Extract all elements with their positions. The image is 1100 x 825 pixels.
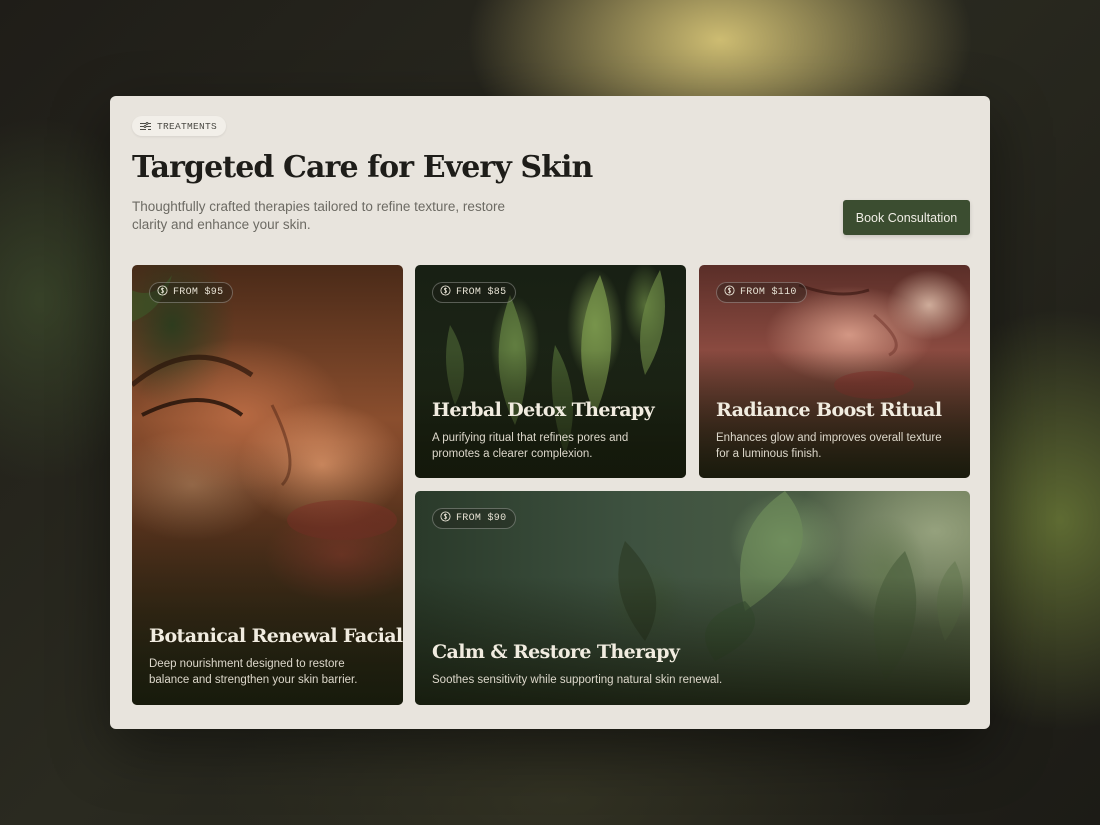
card-title: Radiance Boost Ritual	[716, 399, 942, 421]
card-title: Botanical Renewal Facial	[149, 625, 403, 647]
price-label: FROM $110	[740, 287, 797, 298]
dollar-circle-icon	[440, 511, 451, 526]
section-title: Targeted Care for Every Skin	[132, 150, 593, 185]
treatment-card-botanical-renewal[interactable]: FROM $95 Botanical Renewal Facial Deep n…	[132, 265, 403, 705]
card-title: Calm & Restore Therapy	[432, 641, 680, 663]
card-title: Herbal Detox Therapy	[432, 399, 655, 421]
price-badge: FROM $95	[149, 282, 234, 303]
price-label: FROM $90	[456, 513, 507, 524]
section-subtitle: Thoughtfully crafted therapies tailored …	[132, 199, 505, 232]
dollar-circle-icon	[157, 285, 168, 300]
section-tag-label: TREATMENTS	[157, 120, 218, 132]
price-label: FROM $95	[173, 287, 224, 298]
price-badge: FROM $110	[716, 282, 807, 303]
card-description: A purifying ritual that refines pores an…	[432, 432, 629, 460]
treatments-panel: TREATMENTS Targeted Care for Every Skin …	[110, 96, 990, 729]
card-description: Enhances glow and improves overall textu…	[716, 432, 942, 460]
treatment-card-herbal-detox[interactable]: FROM $85 Herbal Detox Therapy A purifyin…	[415, 265, 686, 478]
dollar-circle-icon	[440, 285, 451, 300]
treatment-card-calm-restore[interactable]: FROM $90 Calm & Restore Therapy Soothes …	[415, 491, 970, 705]
sliders-icon	[140, 121, 151, 131]
treatment-card-radiance-boost[interactable]: FROM $110 Radiance Boost Ritual Enhances…	[699, 265, 970, 478]
price-label: FROM $85	[456, 287, 507, 298]
book-consultation-button[interactable]: Book Consultation	[843, 200, 970, 235]
section-tag: TREATMENTS	[132, 116, 227, 136]
dollar-circle-icon	[724, 285, 735, 300]
card-description: Deep nourishment designed to restore bal…	[149, 658, 358, 686]
price-badge: FROM $90	[432, 508, 517, 529]
price-badge: FROM $85	[432, 282, 517, 303]
card-description: Soothes sensitivity while supporting nat…	[432, 674, 723, 686]
